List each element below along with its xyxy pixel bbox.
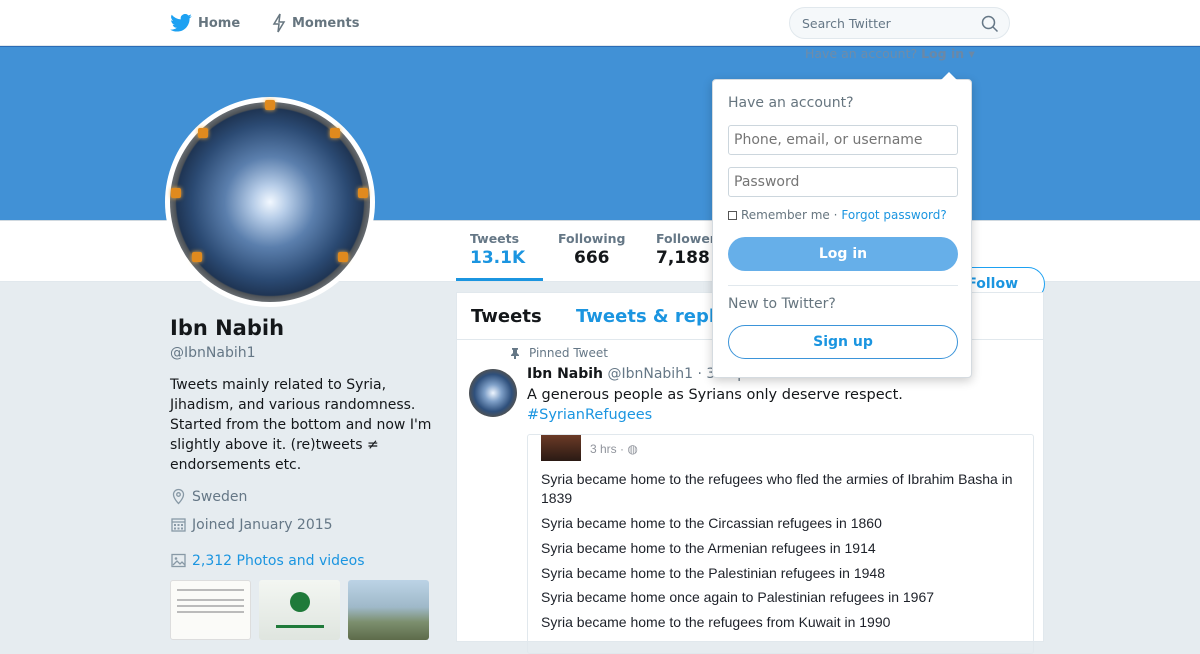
stat-label: Tweets [470, 231, 520, 246]
tweet-author[interactable]: Ibn Nabih [527, 366, 603, 382]
profile-location: Sweden [170, 488, 247, 505]
embedded-avatar [541, 435, 581, 461]
globe-icon: ◍ [627, 442, 638, 456]
login-dropdown-toggle[interactable]: Log in ▾ [921, 46, 975, 61]
stat-following[interactable]: Following 666 [558, 231, 625, 268]
chevron-light [192, 252, 202, 262]
embedded-text-line: Syria became home once again to Palestin… [541, 589, 935, 605]
profile-handle[interactable]: @IbnNabih1 [170, 345, 256, 361]
media-thumbnail[interactable] [259, 580, 340, 640]
nav-moments[interactable]: Moments [272, 0, 359, 46]
pin-icon [511, 348, 519, 359]
pinned-tweet-label: Pinned Tweet [509, 346, 608, 360]
search-placeholder: Search Twitter [802, 15, 891, 31]
photos-videos-link[interactable]: 2,312 Photos and videos [170, 552, 365, 569]
embedded-text-line: Syria became home to the refugees from K… [541, 614, 891, 630]
embedded-text-line: Syria became home to the Circassian refu… [541, 515, 882, 531]
nav-home-label: Home [198, 15, 241, 31]
stat-value: 13.1K [470, 248, 526, 268]
new-to-twitter-title: New to Twitter? [728, 296, 836, 312]
top-navigation-bar: Home Moments Search Twitter [0, 0, 1200, 46]
photos-videos-text[interactable]: 2,312 Photos and videos [192, 553, 365, 569]
nav-moments-label: Moments [292, 15, 360, 31]
chevron-light [265, 100, 275, 110]
pinned-label-text: Pinned Tweet [529, 346, 608, 360]
signup-button[interactable]: Sign up [728, 325, 958, 359]
stat-value: 666 [573, 248, 610, 268]
chevron-light [330, 128, 340, 138]
location-pin-icon [172, 488, 185, 505]
stat-label: Following [558, 231, 626, 246]
login-dropdown: Have an account? Remember me · Forgot pa… [712, 72, 972, 378]
caret-down-icon: ▾ [968, 46, 975, 61]
tweet-media-card[interactable]: 3 hrs · ◍ Syria became home to the refug… [527, 434, 1034, 654]
stargate-image [170, 100, 370, 302]
embedded-text-line: Syria became home to the refugees who fl… [541, 471, 1013, 506]
account-prompt-text: Have an account? [805, 46, 918, 61]
chevron-light [171, 188, 181, 198]
dropdown-title: Have an account? [728, 95, 854, 111]
profile-name[interactable]: Ibn Nabih [170, 316, 284, 340]
remember-me-label[interactable]: Remember me [741, 208, 830, 222]
tweet-text: A generous people as Syrians only deserv… [527, 385, 903, 425]
media-thumbnail[interactable] [348, 580, 429, 640]
tweet-avatar[interactable] [469, 369, 517, 417]
remember-me-row: Remember me · Forgot password? [728, 208, 947, 222]
profile-avatar[interactable] [165, 97, 375, 307]
tab-tweets[interactable]: Tweets [471, 306, 542, 327]
image-icon [171, 553, 186, 568]
search-icon[interactable] [981, 15, 999, 33]
login-button-label: Log in [818, 246, 868, 262]
signup-button-label: Sign up [813, 334, 873, 350]
chevron-light [338, 252, 348, 262]
username-field[interactable] [728, 125, 958, 155]
hashtag-link[interactable]: #SyrianRefugees [527, 405, 903, 425]
joined-text: Joined January 2015 [192, 516, 333, 533]
forgot-password-link[interactable]: Forgot password? [841, 208, 946, 222]
separator-dot: · [829, 208, 838, 222]
remember-me-checkbox[interactable] [728, 210, 737, 220]
chevron-light [358, 188, 368, 198]
follow-label: Follow [967, 276, 1018, 292]
profile-joined: Joined January 2015 [170, 516, 333, 533]
calendar-icon [171, 518, 186, 532]
lightning-icon [272, 13, 286, 33]
login-button[interactable]: Log in [728, 237, 958, 271]
embedded-text-line: Syria became home to the Palestinian ref… [541, 565, 885, 581]
dropdown-divider [728, 285, 958, 286]
profile-bio: Tweets mainly related to Syria, Jihadism… [170, 377, 432, 473]
account-prompt: Have an account? Log in ▾ [805, 46, 975, 61]
search-input[interactable]: Search Twitter [789, 7, 1010, 39]
location-text: Sweden [192, 488, 248, 505]
embedded-timestamp: 3 hrs · ◍ [590, 442, 638, 456]
stat-tweets[interactable]: Tweets 13.1K [470, 231, 525, 268]
tweet-handle[interactable]: @IbnNabih1 [607, 366, 693, 382]
tweet-body: A generous people as Syrians only deserv… [527, 387, 903, 403]
active-tab-indicator [456, 278, 543, 281]
twitter-bird-icon [170, 14, 192, 32]
embedded-text-line: Syria became home to the Armenian refuge… [541, 540, 876, 556]
media-thumbnail[interactable] [170, 580, 251, 640]
password-field[interactable] [728, 167, 958, 197]
nav-home[interactable]: Home [170, 0, 240, 46]
chevron-light [198, 128, 208, 138]
